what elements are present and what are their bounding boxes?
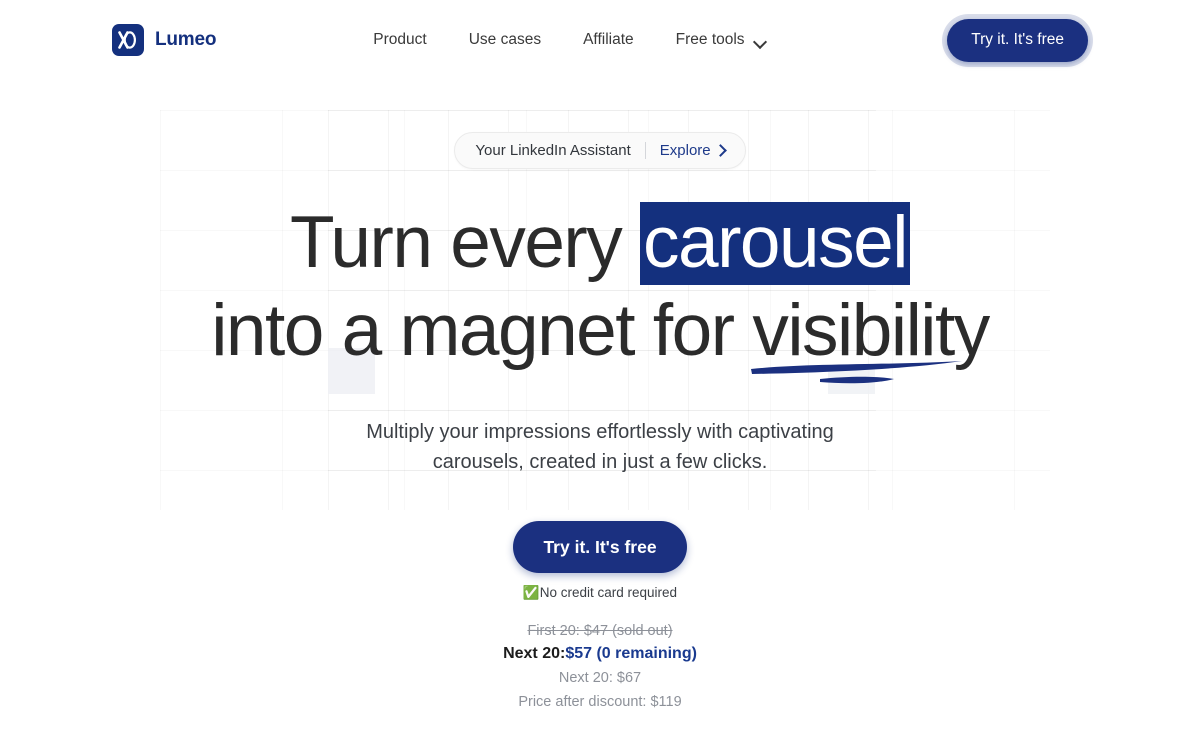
nav-item-affiliate[interactable]: Affiliate <box>583 31 634 49</box>
pricing-current-label: Next 20: <box>503 645 566 662</box>
chevron-right-icon <box>713 144 727 157</box>
headline-highlight-carousel: carousel <box>640 202 910 285</box>
headline-underlined-visibility: visibility <box>752 290 990 371</box>
nav-item-free-tools[interactable]: Free tools <box>676 31 767 49</box>
headline-line-2: into a magnet for visibility <box>0 287 1200 384</box>
pricing-current-tier: Next 20:$57 (0 remaining) <box>0 643 1200 665</box>
headline-line-1: Turn every carousel <box>0 199 1200 287</box>
headline-line-1-prefix: Turn every <box>290 202 641 283</box>
pricing-sold-out: First 20: $47 (sold out) <box>527 623 673 639</box>
hero-subheading-line-1: Multiply your impressions effortlessly w… <box>366 421 834 443</box>
header-cta-container: Try it. It's free <box>947 18 1088 62</box>
badge-divider <box>644 142 646 159</box>
pricing-current-value: $57 (0 remaining) <box>565 645 697 662</box>
linkedin-assistant-badge[interactable]: Your LinkedIn Assistant Explore <box>454 132 746 169</box>
hero-try-it-free-button[interactable]: Try it. It's free <box>513 521 687 573</box>
badge-label: Your LinkedIn Assistant <box>475 142 631 159</box>
badge-explore-label: Explore <box>659 142 711 159</box>
page-title: Turn every carousel into a magnet for vi… <box>0 199 1200 384</box>
white-check-mark-emoji-icon: ✅ <box>522 584 540 600</box>
nav-item-use-cases[interactable]: Use cases <box>469 31 541 49</box>
hero-subheading: Multiply your impressions effortlessly w… <box>0 417 1200 477</box>
hero-section: Your LinkedIn Assistant Explore Turn eve… <box>0 80 1200 713</box>
brand-name: Lumeo <box>155 29 217 50</box>
nav-item-product[interactable]: Product <box>373 31 426 49</box>
header-try-it-free-button[interactable]: Try it. It's free <box>947 18 1088 62</box>
site-header: Lumeo Product Use cases Affiliate Free t… <box>0 0 1200 80</box>
headline-underlined-visibility-wrap: visibility <box>751 287 990 384</box>
nav-item-free-tools-label: Free tools <box>675 31 745 48</box>
pricing-after-discount: Price after discount: $119 <box>518 694 682 710</box>
headline-line-2-prefix: into a magnet for <box>211 290 753 371</box>
badge-explore-link[interactable]: Explore <box>659 142 727 159</box>
brand-logo-link[interactable]: Lumeo <box>112 24 216 56</box>
lumeo-x-o-logo-icon <box>112 24 144 56</box>
main-navigation: Product Use cases Affiliate Free tools <box>373 31 766 49</box>
pricing-tiers: First 20: $47 (sold out) Next 20:$57 (0 … <box>0 620 1200 713</box>
no-credit-card-note: ✅ No credit card required <box>0 585 1200 600</box>
chevron-down-icon <box>754 37 767 45</box>
hero-subheading-line-2: carousels, created in just a few clicks. <box>432 451 768 473</box>
no-credit-card-label: No credit card required <box>539 585 678 600</box>
pricing-next-tier: Next 20: $67 <box>558 670 642 686</box>
